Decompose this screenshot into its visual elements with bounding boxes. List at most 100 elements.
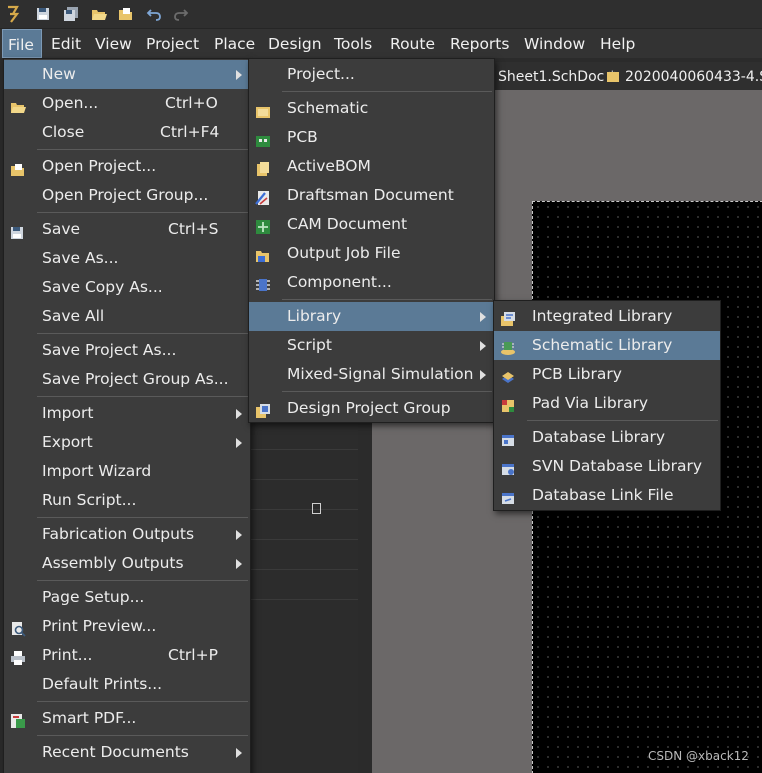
menu-item-new-mixed-signal[interactable]: Mixed-Signal Simulation xyxy=(249,360,494,389)
redo-icon[interactable] xyxy=(171,4,191,24)
menu-item-new-draftsman[interactable]: Draftsman Document xyxy=(249,181,494,210)
menu-item-save-project-group-as[interactable]: Save Project Group As... xyxy=(4,365,250,394)
menu-item-assembly-outputs[interactable]: Assembly Outputs xyxy=(4,549,250,578)
menu-item-page-setup[interactable]: Page Setup... xyxy=(4,583,250,612)
menu-item-svn-database-library[interactable]: SVN Database Library xyxy=(494,452,720,481)
menu-item-print-preview[interactable]: Print Preview... xyxy=(4,612,250,641)
menu-separator xyxy=(37,701,248,702)
menu-item-save-as[interactable]: Save As... xyxy=(4,244,250,273)
menu-item-label: ActiveBOM xyxy=(287,157,371,175)
menu-item-new-project[interactable]: Project... xyxy=(249,60,494,89)
quick-access-toolbar xyxy=(0,0,762,29)
menu-item-database-library[interactable]: Database Library xyxy=(494,423,720,452)
database-library-icon xyxy=(500,429,516,446)
menu-item-label: Save Copy As... xyxy=(42,278,163,296)
menu-item-label: Mixed-Signal Simulation xyxy=(287,365,474,383)
menu-item-label: Save xyxy=(42,220,81,238)
menu-item-new-script[interactable]: Script xyxy=(249,331,494,360)
menu-project[interactable]: Project xyxy=(141,29,204,58)
menu-item-new-design-project-group[interactable]: Design Project Group xyxy=(249,394,494,423)
file-menu: New Open... Ctrl+O Close Ctrl+F4 Open Pr… xyxy=(3,58,251,773)
panel-row xyxy=(248,420,358,450)
menu-reports[interactable]: Reports xyxy=(445,29,514,58)
menu-item-default-prints[interactable]: Default Prints... xyxy=(4,670,250,699)
save-icon xyxy=(10,221,26,239)
menu-item-schematic-library[interactable]: Schematic Library xyxy=(494,331,720,360)
menu-item-open[interactable]: Open... Ctrl+O xyxy=(4,89,250,118)
menu-file[interactable]: File xyxy=(2,29,42,58)
menu-item-pad-via-library[interactable]: Pad Via Library xyxy=(494,389,720,418)
menu-item-pcb-library[interactable]: PCB Library xyxy=(494,360,720,389)
menu-view[interactable]: View xyxy=(90,29,137,58)
activebom-icon xyxy=(255,158,271,176)
panel-row xyxy=(248,510,358,540)
menu-tools[interactable]: Tools xyxy=(329,29,377,58)
menu-item-save-project-as[interactable]: Save Project As... xyxy=(4,336,250,365)
menu-item-save-copy-as[interactable]: Save Copy As... xyxy=(4,273,250,302)
panel-row xyxy=(248,480,358,510)
menu-separator xyxy=(282,299,492,300)
menu-item-new-output-job[interactable]: Output Job File xyxy=(249,239,494,268)
altium-logo-icon[interactable] xyxy=(3,4,23,24)
menu-item-new-cam[interactable]: CAM Document xyxy=(249,210,494,239)
menu-item-import-wizard[interactable]: Import Wizard xyxy=(4,457,250,486)
menu-place[interactable]: Place xyxy=(209,29,260,58)
menu-separator xyxy=(37,212,248,213)
menu-route[interactable]: Route xyxy=(385,29,440,58)
menu-item-new-pcb[interactable]: PCB xyxy=(249,123,494,152)
menu-item-run-script[interactable]: Run Script... xyxy=(4,486,250,515)
save-all-icon[interactable] xyxy=(61,4,81,24)
menu-item-save[interactable]: Save Ctrl+S xyxy=(4,215,250,244)
menu-item-fabrication-outputs[interactable]: Fabrication Outputs xyxy=(4,520,250,549)
submenu-arrow-icon xyxy=(480,312,486,322)
undo-icon[interactable] xyxy=(144,4,164,24)
menu-item-open-project-group[interactable]: Open Project Group... xyxy=(4,181,250,210)
menu-item-smart-pdf[interactable]: Smart PDF... xyxy=(4,704,250,733)
menu-bar: File Edit View Project Place Design Tool… xyxy=(0,29,762,58)
open-folder-icon[interactable] xyxy=(89,4,109,24)
document-icon xyxy=(607,72,619,82)
menu-item-close[interactable]: Close Ctrl+F4 xyxy=(4,118,250,147)
integrated-library-icon xyxy=(500,308,516,326)
projects-panel xyxy=(248,420,358,773)
menu-design[interactable]: Design xyxy=(263,29,327,58)
tab-sheet1[interactable]: Sheet1.SchDoc * xyxy=(498,62,616,90)
menu-item-open-project[interactable]: Open Project... xyxy=(4,152,250,181)
panel-row xyxy=(248,450,358,480)
save-icon[interactable] xyxy=(33,4,53,24)
menu-item-integrated-library[interactable]: Integrated Library xyxy=(494,302,720,331)
menu-item-import[interactable]: Import xyxy=(4,399,250,428)
menu-item-label: Design Project Group xyxy=(287,399,451,417)
submenu-arrow-icon xyxy=(236,530,242,540)
menu-item-new-schematic[interactable]: Schematic xyxy=(249,94,494,123)
shortcut-label: Ctrl+P xyxy=(168,646,218,664)
schematic-doc-icon xyxy=(255,100,271,118)
menu-window[interactable]: Window xyxy=(519,29,590,58)
menu-item-save-all[interactable]: Save All xyxy=(4,302,250,331)
pad-via-library-icon xyxy=(500,395,516,412)
component-icon xyxy=(255,274,271,291)
menu-item-label: Script xyxy=(287,336,332,354)
menu-separator xyxy=(282,91,492,92)
menu-item-export[interactable]: Export xyxy=(4,428,250,457)
menu-item-label: Export xyxy=(42,433,93,451)
shortcut-label: Ctrl+S xyxy=(168,220,219,238)
menu-item-label: Save As... xyxy=(42,249,119,267)
menu-edit[interactable]: Edit xyxy=(46,29,86,58)
menu-item-new-activebom[interactable]: ActiveBOM xyxy=(249,152,494,181)
tab-pcb-doc[interactable]: 2020040060433-4.Sc xyxy=(607,62,762,90)
menu-item-label: PCB xyxy=(287,128,318,146)
menu-item-print[interactable]: Print... Ctrl+P xyxy=(4,641,250,670)
menu-item-new[interactable]: New xyxy=(4,60,250,89)
menu-item-label: Open... xyxy=(42,94,99,112)
open-folder-icon xyxy=(10,95,26,113)
menu-item-database-link-file[interactable]: Database Link File xyxy=(494,481,720,510)
menu-item-new-component[interactable]: Component... xyxy=(249,268,494,297)
file-icon xyxy=(312,503,321,514)
menu-help[interactable]: Help xyxy=(595,29,640,58)
tab-label: 2020040060433-4.Sc xyxy=(625,69,762,85)
menu-item-recent-documents[interactable]: Recent Documents xyxy=(4,738,250,767)
menu-item-label: Run Script... xyxy=(42,491,137,509)
open-project-icon[interactable] xyxy=(116,4,136,24)
menu-item-new-library[interactable]: Library xyxy=(249,302,494,331)
